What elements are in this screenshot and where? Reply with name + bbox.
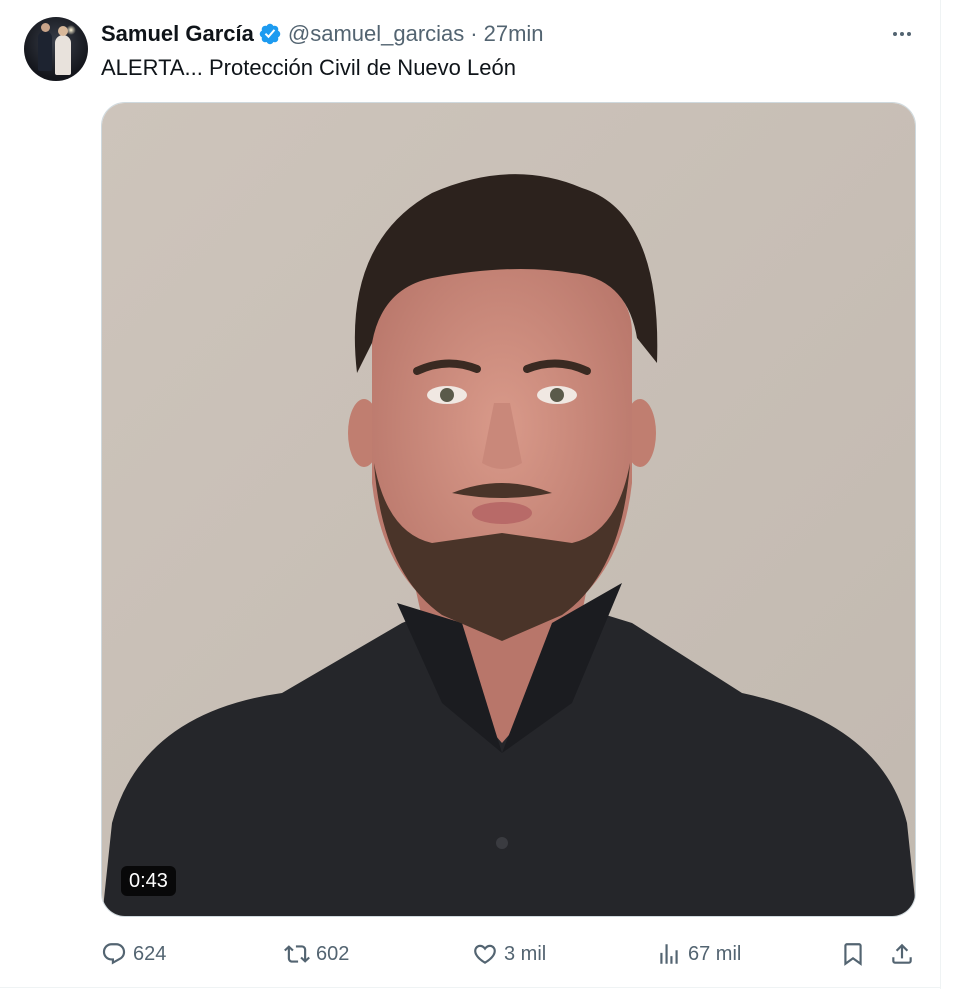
verified-badge-icon[interactable] [258,22,282,46]
user-handle[interactable]: @samuel_garcias [288,21,464,47]
heart-icon [474,944,496,964]
retweet-count: 602 [316,942,350,965]
more-options-button[interactable] [884,20,920,48]
video-duration: 0:43 [121,866,176,896]
column-divider [940,0,941,989]
reply-icon [102,943,126,965]
separator-dot: · [470,21,478,46]
share-icon [892,943,912,964]
reply-button[interactable]: 624 [101,936,166,972]
views-count: 67 mil [688,942,742,965]
tweet-divider [0,987,941,988]
video-player[interactable]: 0:43 [101,102,916,917]
avatar-figure-right [55,26,71,75]
video-frame [102,103,915,916]
tweet-actions: 624 602 3 mil 67 mil [0,930,940,978]
retweet-icon [284,945,310,963]
avatar[interactable] [24,17,88,81]
tweet-card[interactable]: Samuel García @samuel_garcias · 27min AL… [0,0,960,989]
like-count: 3 mil [504,942,547,965]
more-horizontal-icon [893,32,911,36]
display-name[interactable]: Samuel García [101,21,254,47]
retweet-button[interactable]: 602 [284,936,349,972]
like-button[interactable]: 3 mil [472,936,546,972]
timestamp[interactable]: 27min [484,21,544,47]
avatar-figure-left [38,23,52,71]
tweet-header: Samuel García @samuel_garcias · 27min [101,19,544,49]
reply-count: 624 [133,942,167,965]
bookmark-icon [844,943,862,966]
analytics-icon [660,944,678,964]
share-button[interactable] [889,936,915,972]
views-button[interactable]: 67 mil [656,936,741,972]
bookmark-button[interactable] [840,936,866,972]
tweet-text: ALERTA... Protección Civil de Nuevo León [101,55,516,80]
